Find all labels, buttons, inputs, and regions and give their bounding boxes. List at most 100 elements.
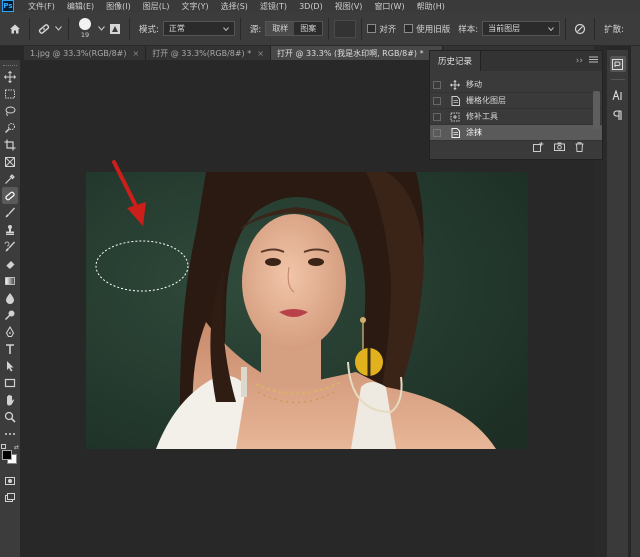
mode-select-value: 正常 (168, 24, 185, 33)
marquee-tool-icon[interactable] (2, 85, 18, 102)
image-canvas[interactable] (86, 172, 528, 449)
aligned-checkbox[interactable] (367, 24, 377, 33)
ignore-adjustment-layers-icon[interactable] (571, 19, 589, 39)
zoom-tool-icon[interactable] (2, 408, 18, 425)
dock-right-edge (630, 46, 640, 557)
history-panel-title[interactable]: 历史记录 (430, 51, 482, 71)
legacy-checkbox[interactable] (404, 24, 414, 33)
mode-select[interactable]: 正常 (162, 21, 235, 36)
brush-size-picker[interactable]: 19 (74, 14, 96, 44)
options-bar: 19 模式: 正常 源: 取样 图案 对齐 使用旧版 样本: 当前图层 扩散: (0, 12, 640, 46)
history-panel-header: 历史记录 ›› (430, 51, 602, 71)
pen-tool-icon[interactable] (2, 323, 18, 340)
tab-document-2[interactable]: 打开 @ 33.3%(RGB/8#) * × (146, 46, 271, 60)
ps-logo: Ps (2, 0, 14, 12)
menu-3d[interactable]: 3D(D) (293, 2, 329, 11)
source-label: 源: (249, 24, 262, 35)
blur-tool-icon[interactable] (2, 289, 18, 306)
camera-snapshot-icon[interactable] (554, 142, 565, 154)
history-scrollbar[interactable] (593, 91, 600, 129)
history-checkbox[interactable] (433, 80, 441, 89)
document-icon (450, 127, 460, 138)
history-item-label: 移动 (466, 80, 482, 89)
toolbox-grip[interactable] (3, 60, 17, 66)
history-panel-icon[interactable] (609, 56, 626, 72)
paragraph-panel-icon[interactable] (610, 107, 626, 123)
history-brush-tool-icon[interactable] (2, 238, 18, 255)
clone-stamp-tool-icon[interactable] (2, 221, 18, 238)
source-pattern-button[interactable]: 图案 (294, 22, 323, 35)
tab-label: 打开 @ 33.3%(RGB/8#) * (152, 48, 252, 58)
frame-tool-icon[interactable] (2, 153, 18, 170)
close-icon[interactable]: × (133, 49, 140, 58)
foreground-color-swatch[interactable] (2, 450, 12, 460)
eyedropper-tool-icon[interactable] (2, 170, 18, 187)
brush-tool-icon[interactable] (2, 204, 18, 221)
more-tools-icon[interactable] (2, 425, 18, 442)
collapse-panel-icon[interactable]: ›› (576, 56, 583, 66)
history-checkbox[interactable] (433, 128, 441, 137)
healing-brush-tool-icon[interactable] (35, 19, 53, 39)
default-colors-icon[interactable] (1, 444, 6, 449)
path-selection-tool-icon[interactable] (2, 357, 18, 374)
dodge-tool-icon[interactable] (2, 306, 18, 323)
sample-chevron-icon (548, 26, 555, 31)
tab-document-1[interactable]: 1.jpg @ 33.3%(RGB/8#) × (24, 46, 147, 60)
brush-chevron-icon[interactable] (96, 19, 106, 39)
brush-size-value: 19 (80, 31, 90, 39)
menu-type[interactable]: 文字(Y) (175, 1, 214, 12)
quick-selection-tool-icon[interactable] (2, 119, 18, 136)
menu-view[interactable]: 视图(V) (329, 1, 369, 12)
menu-edit[interactable]: 编辑(E) (61, 1, 100, 12)
rectangle-tool-icon[interactable] (2, 374, 18, 391)
quick-mask-icon[interactable] (2, 472, 18, 489)
history-panel-footer (430, 137, 602, 159)
healing-brush-tool-icon[interactable] (2, 187, 18, 204)
pattern-swatch[interactable] (334, 19, 357, 38)
new-document-from-state-icon[interactable] (533, 141, 544, 155)
menu-filter[interactable]: 滤镜(T) (254, 1, 293, 12)
panel-menu-icon[interactable] (589, 56, 598, 66)
move-icon (450, 79, 460, 90)
history-checkbox[interactable] (433, 112, 441, 121)
character-panel-icon[interactable] (610, 87, 626, 103)
menu-file[interactable]: 文件(F) (22, 1, 61, 12)
menu-help[interactable]: 帮助(H) (411, 1, 451, 12)
screen-mode-icon[interactable] (2, 489, 18, 506)
tab-document-3[interactable]: 打开 @ 33.3% (我是水印啊, RGB/8#) * × (270, 46, 444, 60)
history-item-patch-tool[interactable]: 修补工具 (430, 109, 602, 125)
source-segmented-control: 取样 图案 (265, 21, 324, 36)
menu-window[interactable]: 窗口(W) (368, 1, 410, 12)
move-tool-icon[interactable] (2, 68, 18, 85)
strip-divider (610, 79, 625, 80)
hand-tool-icon[interactable] (2, 391, 18, 408)
eraser-tool-icon[interactable] (2, 255, 18, 272)
menu-layer[interactable]: 图层(L) (137, 1, 176, 12)
trash-icon[interactable] (575, 141, 584, 155)
menu-image[interactable]: 图像(I) (100, 1, 137, 12)
tools-panel: ⇄ (0, 60, 20, 557)
type-tool-icon[interactable] (2, 340, 18, 357)
legacy-label: 使用旧版 (416, 24, 451, 35)
history-item-rasterize-layer[interactable]: 栅格化图层 (430, 93, 602, 109)
gradient-tool-icon[interactable] (2, 272, 18, 289)
panel-controls: ›› (576, 56, 602, 66)
brush-tip-icon (79, 18, 91, 30)
history-item-move[interactable]: 移动 (430, 77, 602, 93)
tab-label: 1.jpg @ 33.3%(RGB/8#) (30, 48, 127, 58)
menu-select[interactable]: 选择(S) (215, 1, 254, 12)
color-swatches: ⇄ (1, 444, 19, 466)
lasso-tool-icon[interactable] (2, 102, 18, 119)
crop-tool-icon[interactable] (2, 136, 18, 153)
diffusion-label: 扩散: (604, 24, 625, 35)
home-icon[interactable] (6, 19, 24, 39)
brush-settings-icon[interactable] (106, 19, 124, 39)
sample-label: 样本: (458, 24, 479, 35)
history-checkbox[interactable] (433, 96, 441, 105)
swap-colors-icon[interactable]: ⇄ (14, 444, 19, 451)
source-sample-button[interactable]: 取样 (266, 22, 295, 35)
aligned-label: 对齐 (379, 24, 397, 35)
sample-select[interactable]: 当前图层 (482, 21, 561, 36)
tool-preset-chevron-icon[interactable] (53, 19, 63, 39)
close-icon[interactable]: × (257, 49, 264, 58)
